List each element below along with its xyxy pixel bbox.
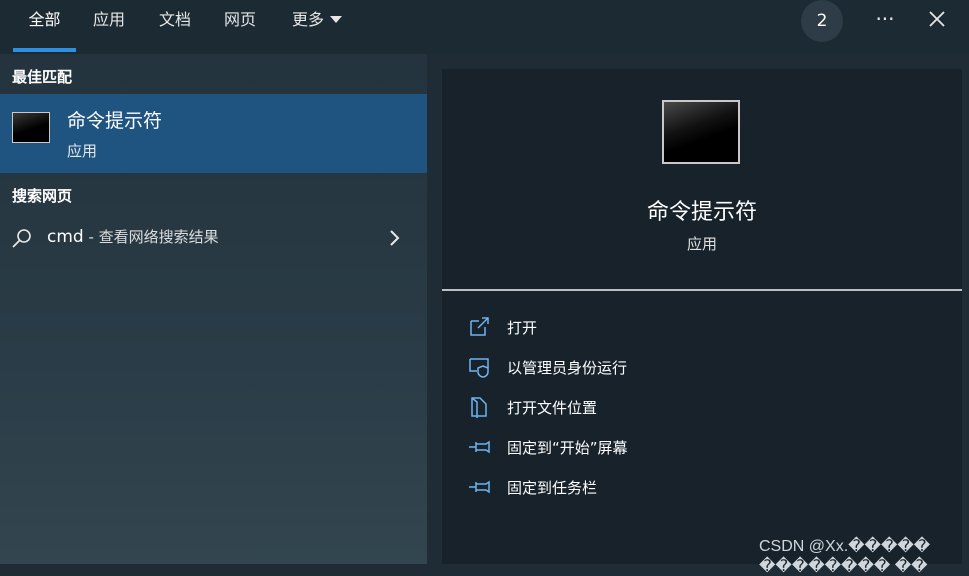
watermark: CSDN @Xx.����� �������� ��: [759, 538, 931, 575]
rewards-badge[interactable]: 2: [801, 0, 843, 42]
preview-pane: 命令提示符 应用 打开 以管理员身份运行 打开文件位置 固定到“开始”屏幕 固定…: [442, 69, 962, 564]
tab-documents[interactable]: 文档: [150, 0, 200, 54]
folder-location-icon: [471, 397, 487, 418]
divider: [442, 289, 962, 291]
results-list: 最佳匹配 命令提示符 应用 搜索网页 cmd - 查看网络搜索结果: [0, 54, 427, 564]
web-search-item[interactable]: cmd - 查看网络搜索结果: [0, 220, 427, 256]
search-icon: [12, 229, 31, 248]
pin-icon: [469, 480, 490, 494]
tab-more-label: 更多: [291, 10, 324, 29]
best-match-item[interactable]: 命令提示符 应用: [0, 94, 427, 173]
preview-app-type: 应用: [686, 235, 717, 253]
search-filter-bar: 全部 应用 文档 网页 更多 2 ···: [0, 0, 969, 54]
action-pin-to-start[interactable]: 固定到“开始”屏幕: [467, 432, 937, 462]
action-pin-to-start-label: 固定到“开始”屏幕: [507, 439, 628, 457]
web-search-text: cmd - 查看网络搜索结果: [47, 226, 219, 247]
tab-web[interactable]: 网页: [215, 0, 265, 54]
best-match-heading: 最佳匹配: [12, 68, 73, 86]
open-external-icon: [470, 317, 489, 336]
preview-app-name: 命令提示符: [646, 200, 757, 225]
action-open-file-location[interactable]: 打开文件位置: [467, 392, 937, 422]
tab-apps[interactable]: 应用: [84, 0, 134, 54]
web-search-query: cmd: [47, 227, 84, 247]
tab-all[interactable]: 全部: [13, 0, 76, 54]
action-run-as-admin[interactable]: 以管理员身份运行: [467, 352, 937, 382]
action-pin-to-taskbar[interactable]: 固定到任务栏: [467, 472, 937, 502]
tab-more[interactable]: 更多: [282, 0, 352, 54]
close-icon[interactable]: [923, 4, 951, 34]
best-match-name: 命令提示符: [67, 110, 163, 132]
action-open-label: 打开: [507, 319, 538, 337]
command-prompt-icon: [662, 100, 740, 164]
command-prompt-icon: [12, 112, 50, 143]
ellipsis-icon[interactable]: ···: [871, 4, 899, 34]
web-search-suffix: - 查看网络搜索结果: [83, 228, 219, 246]
action-run-as-admin-label: 以管理员身份运行: [507, 359, 628, 377]
action-open-file-location-label: 打开文件位置: [507, 399, 598, 417]
caret-down-icon: [330, 16, 342, 23]
web-search-heading: 搜索网页: [12, 187, 73, 205]
active-tab-indicator: [13, 48, 76, 52]
pin-icon: [469, 440, 490, 454]
action-open[interactable]: 打开: [467, 312, 937, 342]
shield-admin-icon: [469, 358, 489, 378]
action-pin-to-taskbar-label: 固定到任务栏: [507, 479, 598, 497]
best-match-type: 应用: [67, 142, 98, 160]
chevron-right-icon[interactable]: [388, 228, 402, 248]
